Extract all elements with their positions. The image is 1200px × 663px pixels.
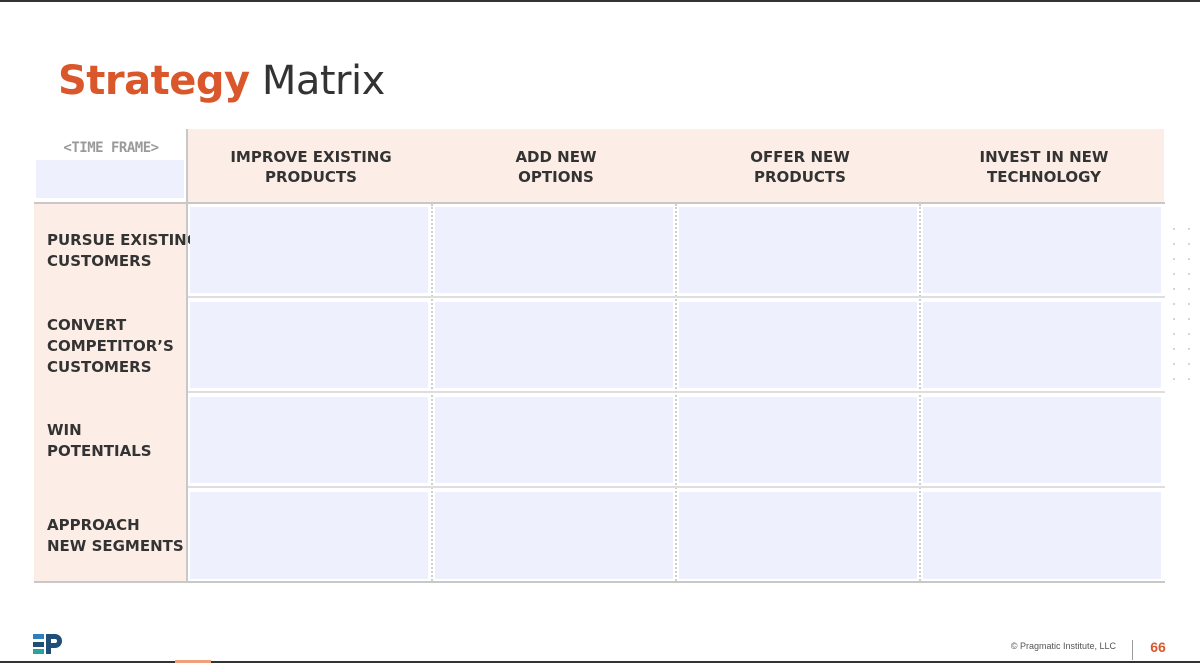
column-header-offer-new-products: OFFER NEW PRODUCTS bbox=[678, 147, 922, 187]
row-header-line: PURSUE EXISTING bbox=[47, 231, 200, 249]
matrix-cell-r1-c2[interactable] bbox=[435, 207, 673, 293]
row-header-pursue-existing-customers: PURSUE EXISTING CUSTOMERS bbox=[47, 230, 200, 272]
column-header-line: PRODUCTS bbox=[265, 168, 357, 186]
column-header-line: INVEST IN NEW bbox=[979, 148, 1109, 166]
table-bottom-rule bbox=[34, 581, 1165, 583]
column-header-line: PRODUCTS bbox=[754, 168, 846, 186]
row-divider bbox=[188, 296, 1165, 298]
matrix-cell-r4-c3[interactable] bbox=[679, 492, 917, 579]
row-header-line: APPROACH bbox=[47, 516, 140, 534]
timeframe-label: <TIME FRAME> bbox=[63, 140, 159, 156]
row-divider bbox=[188, 391, 1165, 393]
title-rest: Matrix bbox=[261, 58, 385, 104]
column-header-invest-in-new-technology: INVEST IN NEW TECHNOLOGY bbox=[922, 147, 1166, 187]
matrix-cell-r1-c3[interactable] bbox=[679, 207, 917, 293]
matrix-cell-r1-c4[interactable] bbox=[923, 207, 1161, 293]
column-header-line: ADD NEW bbox=[515, 148, 597, 166]
page-number: 66 bbox=[1150, 639, 1166, 655]
top-rule bbox=[0, 0, 1200, 2]
slide-title: Strategy Matrix bbox=[58, 58, 385, 104]
title-accent: Strategy bbox=[58, 58, 250, 104]
row-header-line: COMPETITOR’S bbox=[47, 337, 174, 355]
matrix-cell-r4-c4[interactable] bbox=[923, 492, 1161, 579]
matrix-cell-r4-c2[interactable] bbox=[435, 492, 673, 579]
matrix-cell-r3-c3[interactable] bbox=[679, 397, 917, 483]
matrix-cell-r3-c2[interactable] bbox=[435, 397, 673, 483]
decorative-dot-grid bbox=[1173, 228, 1200, 380]
column-header-line: OPTIONS bbox=[518, 168, 594, 186]
matrix-cell-r4-c1[interactable] bbox=[190, 492, 428, 579]
row-header-line: NEW SEGMENTS bbox=[47, 537, 184, 555]
row-header-line: POTENTIALS bbox=[47, 442, 152, 460]
footer-separator bbox=[1132, 640, 1133, 660]
matrix-cell-r2-c2[interactable] bbox=[435, 302, 673, 388]
column-header-line: TECHNOLOGY bbox=[987, 168, 1101, 186]
matrix-cell-r2-c4[interactable] bbox=[923, 302, 1161, 388]
column-header-line: OFFER NEW bbox=[750, 148, 850, 166]
header-bottom-rule bbox=[34, 202, 1165, 204]
row-header-line: WIN bbox=[47, 421, 82, 439]
matrix-cell-r2-c1[interactable] bbox=[190, 302, 428, 388]
column-header-line: IMPROVE EXISTING bbox=[230, 148, 392, 166]
matrix-cell-r3-c4[interactable] bbox=[923, 397, 1161, 483]
row-header-line: CUSTOMERS bbox=[47, 358, 152, 376]
row-header-line: CONVERT bbox=[47, 316, 127, 334]
row-header-convert-competitors-customers: CONVERT COMPETITOR’S CUSTOMERS bbox=[47, 315, 185, 378]
column-header-add-new-options: ADD NEW OPTIONS bbox=[434, 147, 678, 187]
row-header-win-potentials: WIN POTENTIALS bbox=[47, 420, 185, 462]
timeframe-input-box[interactable] bbox=[36, 160, 184, 198]
row-header-rule bbox=[186, 129, 188, 582]
column-header-improve-existing-products: IMPROVE EXISTING PRODUCTS bbox=[189, 147, 433, 187]
row-divider bbox=[188, 486, 1165, 488]
matrix-cell-r2-c3[interactable] bbox=[679, 302, 917, 388]
row-header-approach-new-segments: APPROACH NEW SEGMENTS bbox=[47, 515, 185, 557]
copyright-text: © Pragmatic Institute, LLC bbox=[1010, 641, 1116, 651]
pragmatic-logo-icon bbox=[33, 634, 62, 654]
matrix-cell-r3-c1[interactable] bbox=[190, 397, 428, 483]
matrix-cell-r1-c1[interactable] bbox=[190, 207, 428, 293]
row-header-line: CUSTOMERS bbox=[47, 252, 152, 270]
